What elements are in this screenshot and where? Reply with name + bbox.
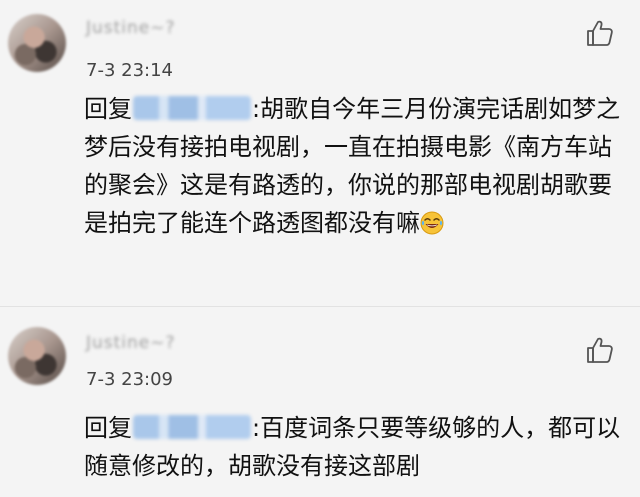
avatar[interactable] xyxy=(8,14,66,72)
timestamp: 7-3 23:09 xyxy=(86,369,173,390)
like-button[interactable] xyxy=(582,333,618,367)
thumbs-up-icon xyxy=(587,20,613,46)
avatar[interactable] xyxy=(8,327,66,385)
username[interactable]: Justine~? xyxy=(86,333,176,355)
comment-text: 回复:百度词条只要等级够的人，都可以随意修改的，胡歌没有接这部剧 xyxy=(84,409,624,485)
reply-prefix: 回复 xyxy=(84,414,132,442)
laughing-tears-emoji-icon xyxy=(420,208,444,235)
mentioned-user[interactable] xyxy=(133,96,251,120)
comment-item: Justine~? 7-3 23:09 回复:百度词条只要等级够的人，都可以随意… xyxy=(0,306,640,497)
like-button[interactable] xyxy=(582,16,618,50)
reply-prefix: 回复 xyxy=(84,95,132,123)
timestamp: 7-3 23:14 xyxy=(86,60,173,81)
username[interactable]: Justine~? xyxy=(86,18,176,40)
mentioned-user[interactable] xyxy=(133,415,251,439)
comment-text: 回复:胡歌自今年三月份演完话剧如梦之梦后没有接拍电视剧，一直在拍摄电影《南方车站… xyxy=(84,90,624,242)
thumbs-up-icon xyxy=(587,337,613,363)
comment-item: Justine~? 7-3 23:14 回复:胡歌自今年三月份演完话剧如梦之梦后… xyxy=(0,0,640,306)
